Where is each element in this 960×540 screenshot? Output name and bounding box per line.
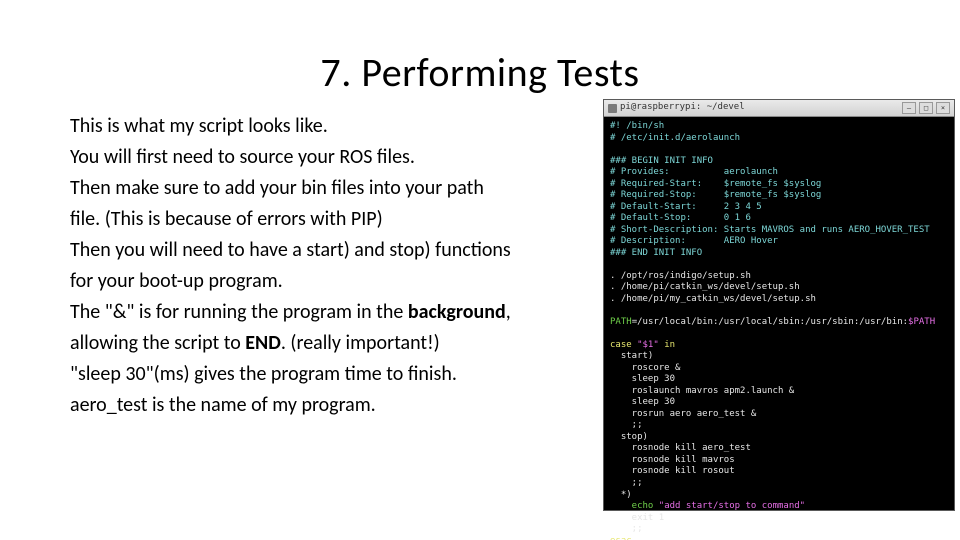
slide: 7. Performing Tests This is what my scri…	[0, 0, 960, 540]
terminal-titlebar: pi@raspberrypi: ~/devel – □ ×	[604, 100, 954, 117]
code-kw: esac	[610, 536, 632, 540]
body-line: file. (This is because of errors with PI…	[70, 205, 610, 234]
close-button[interactable]: ×	[936, 102, 950, 114]
body-line: Then you will need to have a start) and …	[70, 236, 610, 265]
minimize-button[interactable]: –	[902, 102, 916, 114]
code-line: sleep 30	[610, 397, 675, 407]
code-var: $PATH	[908, 317, 935, 327]
code-line: roslaunch mavros apm2.launch &	[610, 386, 794, 396]
code-str: "$1"	[637, 340, 659, 350]
code-line: roscore &	[610, 363, 680, 373]
text: allowing the script to	[70, 331, 245, 355]
code-line: # Default-Stop: 0 1 6	[610, 213, 751, 223]
code-line: rosnode kill mavros	[610, 455, 735, 465]
code-line: . /home/pi/catkin_ws/devel/setup.sh	[610, 282, 800, 292]
code-line: ;;	[610, 420, 643, 430]
code-line: . /opt/ros/indigo/setup.sh	[610, 271, 751, 281]
code-line: # Default-Start: 2 3 4 5	[610, 202, 762, 212]
body-line: for your boot-up program.	[70, 267, 610, 296]
body-line: "sleep 30"(ms) gives the program time to…	[70, 360, 610, 389]
code-line: sleep 30	[610, 374, 675, 384]
code-line: stop)	[610, 432, 648, 442]
text: The "&" is for running the program in th…	[70, 300, 408, 324]
code-line: rosnode kill rosout	[610, 466, 735, 476]
code-line: ### BEGIN INIT INFO	[610, 156, 713, 166]
code-line: # Provides: aerolaunch	[610, 167, 778, 177]
code-line: ;;	[610, 524, 643, 534]
code-line: rosrun aero aero_test &	[610, 409, 756, 419]
code-line: rosnode kill aero_test	[610, 443, 751, 453]
slide-title: 7. Performing Tests	[0, 48, 960, 97]
code-str: "add start/stop to command"	[659, 501, 805, 511]
body-line: aero_test is the name of my program.	[70, 391, 610, 420]
code-cmd: echo	[610, 501, 659, 511]
text: . (really important!)	[281, 331, 440, 355]
body-line: You will first need to source your ROS f…	[70, 143, 610, 172]
code-var: PATH	[610, 317, 632, 327]
code-line: exit 1	[610, 513, 664, 523]
code-line: #! /bin/sh	[610, 121, 664, 131]
maximize-button[interactable]: □	[919, 102, 933, 114]
code-line: *)	[610, 490, 632, 500]
terminal-body[interactable]: #! /bin/sh # /etc/init.d/aerolaunch ### …	[604, 117, 954, 540]
code-kw: case	[610, 340, 637, 350]
body-line: allowing the script to END. (really impo…	[70, 329, 610, 358]
code-line: ;;	[610, 478, 643, 488]
code-line: . /home/pi/my_catkin_ws/devel/setup.sh	[610, 294, 816, 304]
code-line: # /etc/init.d/aerolaunch	[610, 133, 740, 143]
text-bold: background	[408, 300, 506, 324]
terminal-window: pi@raspberrypi: ~/devel – □ × #! /bin/sh…	[604, 100, 954, 510]
code-text: =/usr/local/bin:/usr/local/sbin:/usr/sbi…	[632, 317, 908, 327]
code-line: # Short-Description: Starts MAVROS and r…	[610, 225, 930, 235]
body-text-block: This is what my script looks like. You w…	[70, 112, 610, 422]
terminal-title-text: pi@raspberrypi: ~/devel	[620, 102, 899, 114]
text-bold: END	[245, 331, 281, 355]
body-line: The "&" is for running the program in th…	[70, 298, 610, 327]
code-line: # Required-Start: $remote_fs $syslog	[610, 179, 821, 189]
text: ,	[506, 300, 511, 324]
code-line: ### END INIT INFO	[610, 248, 702, 258]
code-line: # Required-Stop: $remote_fs $syslog	[610, 190, 821, 200]
body-line: This is what my script looks like.	[70, 112, 610, 141]
terminal-icon	[608, 104, 617, 113]
code-kw: in	[659, 340, 675, 350]
code-line: start)	[610, 351, 653, 361]
code-line: # Description: AERO Hover	[610, 236, 778, 246]
body-line: Then make sure to add your bin files int…	[70, 174, 610, 203]
